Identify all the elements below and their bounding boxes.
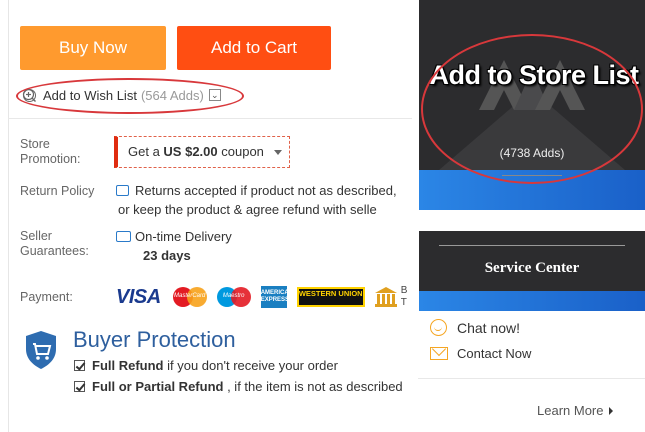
envelope-icon: [430, 347, 448, 360]
mastercard-logo-icon: MasterCard: [172, 287, 207, 307]
buy-now-button[interactable]: Buy Now: [20, 26, 166, 70]
checkbox-icon: [74, 381, 85, 392]
full-refund-line: Full Refund if you don't receive your or…: [74, 358, 338, 373]
bank-transfer-label: B T: [400, 285, 408, 308]
return-policy-line2: or keep the product & agree refund with …: [118, 202, 377, 217]
truck-icon: [116, 231, 131, 242]
buyer-protection-title: Buyer Protection: [73, 327, 236, 352]
chevron-down-icon: [274, 150, 282, 155]
store-list-highlight-ellipse: [421, 34, 643, 184]
divider: [418, 378, 645, 379]
coupon-amount: US $2.00: [163, 144, 218, 159]
service-banner-blue-band: [419, 291, 645, 311]
mastercard-text: MasterCard: [174, 293, 206, 299]
full-refund-text: if you don't receive your order: [163, 358, 338, 373]
return-policy-text: Returns accepted if product not as descr…: [116, 181, 397, 219]
delivery-days: 23 days: [143, 248, 191, 263]
service-center-banner: Service Center: [419, 231, 645, 311]
full-refund-bold: Full Refund: [92, 358, 164, 373]
divider: [439, 245, 625, 246]
western-union-logo-icon: WESTERN UNION: [296, 287, 365, 307]
chat-now-link[interactable]: Chat now!: [430, 319, 520, 336]
service-center-title: Service Center: [484, 260, 580, 276]
store-promotion-label: Store Promotion:: [20, 137, 81, 166]
learn-more-link[interactable]: Learn More: [537, 403, 614, 418]
seller-guarantees-label: Seller Guarantees:: [20, 229, 89, 258]
return-policy-icon: [116, 185, 129, 196]
payment-label: Payment:: [20, 290, 73, 304]
chat-now-label: Chat now!: [457, 319, 521, 336]
maestro-text: Maestro: [222, 293, 245, 299]
return-policy-line1: Returns accepted if product not as descr…: [135, 183, 397, 198]
add-to-cart-button[interactable]: Add to Cart: [177, 26, 331, 70]
buyer-protection-shield-icon: [26, 331, 56, 369]
coupon-dropdown[interactable]: Get a US $2.00 coupon: [114, 136, 290, 168]
smiley-icon: [430, 319, 447, 336]
wish-list-highlight-ellipse: [16, 78, 244, 114]
partial-refund-bold: Full or Partial Refund: [92, 379, 224, 394]
bank-transfer-icon: [374, 287, 397, 307]
seller-guarantees-text: On-time Delivery 23 days: [116, 227, 232, 265]
section-divider: [8, 118, 412, 119]
visa-logo-icon: VISA: [116, 285, 161, 308]
amex-logo-icon: AMERICAN EXPRESS: [260, 286, 293, 308]
partial-refund-line: Full or Partial Refund , if the item is …: [74, 379, 403, 394]
payment-methods: VISA MasterCard Maestro AMERICAN EXPRESS…: [116, 284, 413, 310]
contact-now-label: Contact Now: [457, 346, 532, 361]
chevron-right-icon: [609, 406, 614, 415]
coupon-prefix: Get a: [128, 144, 160, 159]
partial-refund-text: , if the item is not as described: [223, 379, 403, 394]
contact-now-link[interactable]: Contact Now: [430, 346, 531, 361]
coupon-suffix: coupon: [221, 144, 264, 159]
checkbox-icon: [74, 360, 85, 371]
maestro-logo-icon: Maestro: [216, 287, 251, 307]
on-time-delivery: On-time Delivery: [135, 229, 232, 244]
learn-more-label: Learn More: [537, 403, 604, 418]
return-policy-label: Return Policy: [20, 184, 95, 198]
